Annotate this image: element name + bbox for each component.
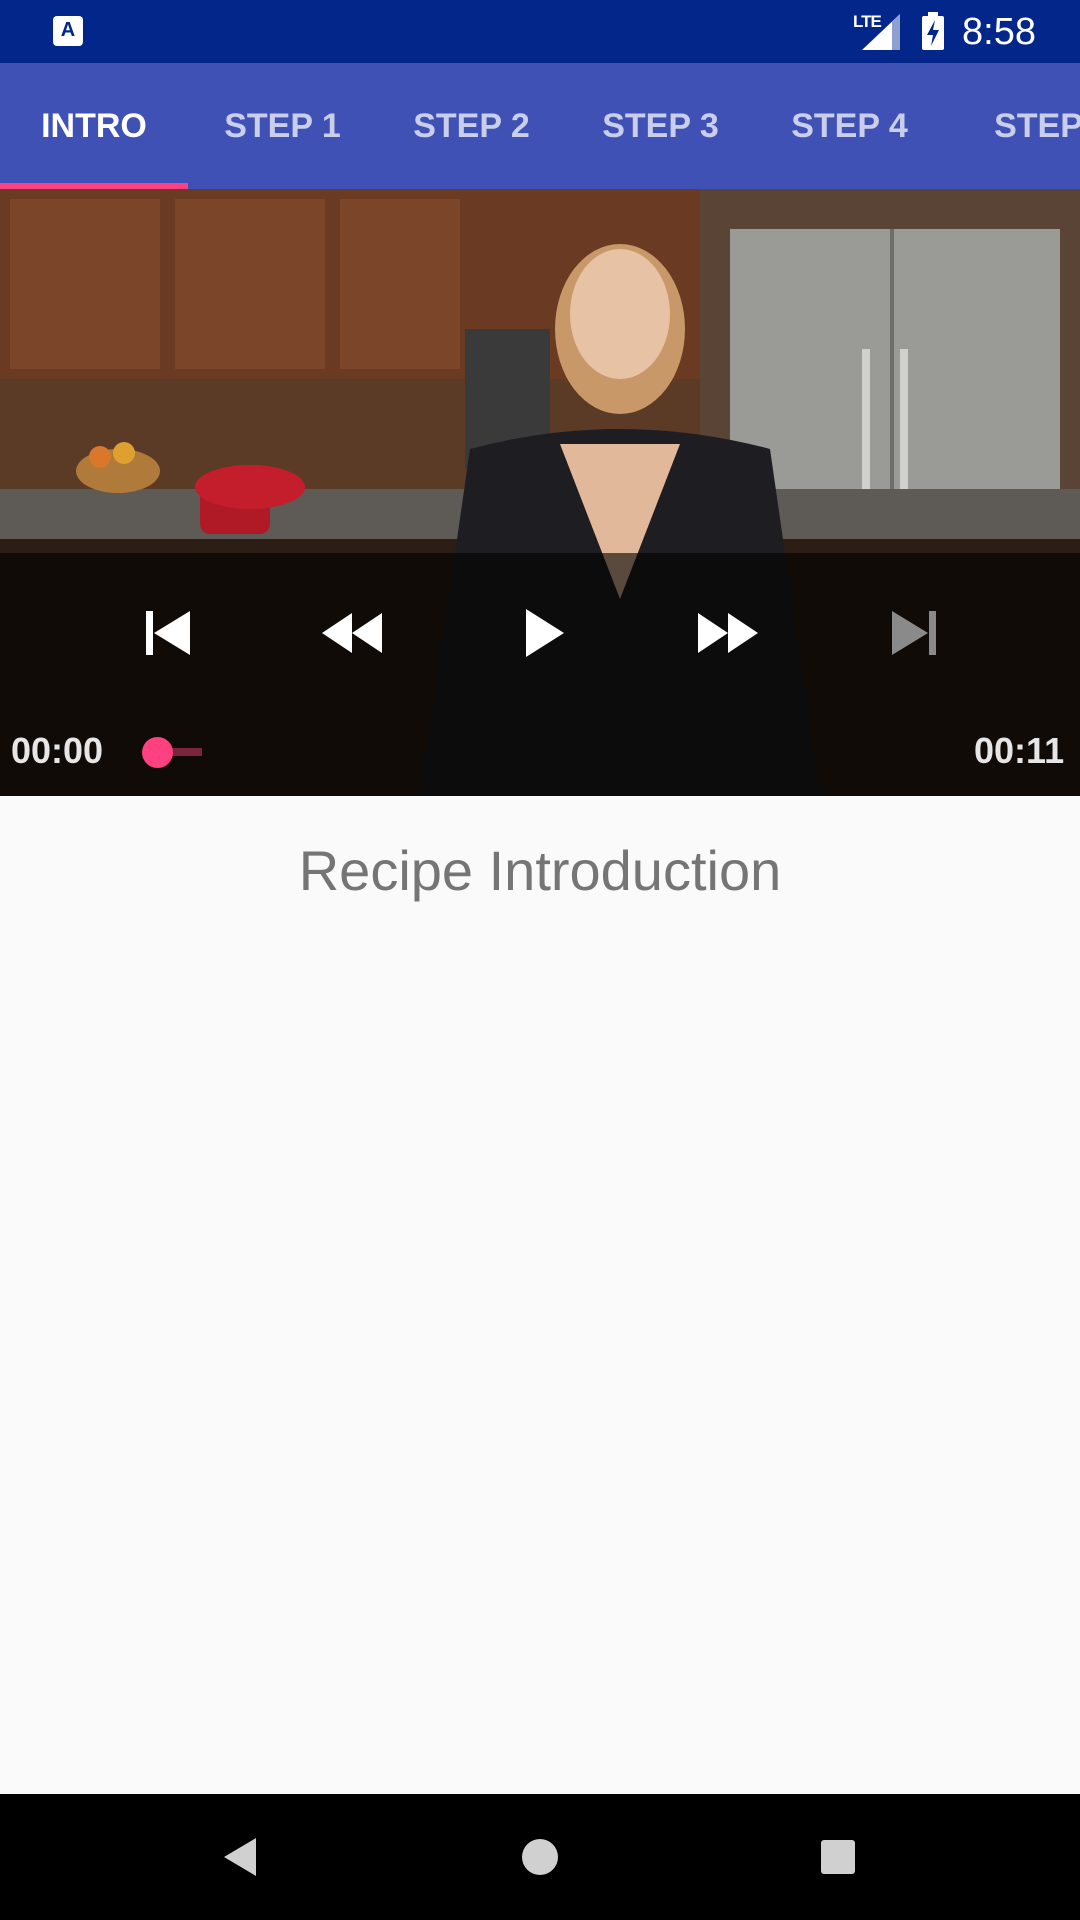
navigation-bar [0, 1794, 1080, 1920]
skip-previous-icon[interactable] [132, 605, 204, 661]
signal-icon [862, 14, 900, 50]
tab-step-4[interactable]: STEP 4 [755, 63, 944, 189]
seek-thumb[interactable] [142, 737, 173, 768]
status-bar: A LTE 8:58 [0, 0, 1080, 63]
app-notification-icon: A [53, 16, 83, 46]
duration: 00:11 [974, 730, 1065, 771]
battery-charging-icon [922, 12, 944, 50]
clock: 8:58 [962, 11, 1036, 53]
skip-next-icon[interactable] [878, 605, 950, 661]
fast-forward-icon[interactable] [692, 605, 764, 661]
step-tabs: INTRO STEP 1 STEP 2 STEP 3 STEP 4 STEP [0, 63, 1080, 189]
tab-intro[interactable]: INTRO [0, 63, 188, 189]
recents-icon[interactable] [805, 1824, 871, 1890]
tab-step-5[interactable]: STEP [944, 63, 1080, 189]
tab-step-1[interactable]: STEP 1 [188, 63, 377, 189]
play-icon[interactable] [508, 605, 580, 661]
back-icon[interactable] [208, 1824, 274, 1890]
tab-step-3[interactable]: STEP 3 [566, 63, 755, 189]
rewind-icon[interactable] [316, 605, 388, 661]
tab-step-2[interactable]: STEP 2 [377, 63, 566, 189]
app-notification-glyph: A [60, 19, 76, 41]
step-description: Recipe Introduction [298, 839, 782, 902]
current-position: 00:00 [11, 730, 104, 771]
home-icon[interactable] [507, 1824, 573, 1890]
